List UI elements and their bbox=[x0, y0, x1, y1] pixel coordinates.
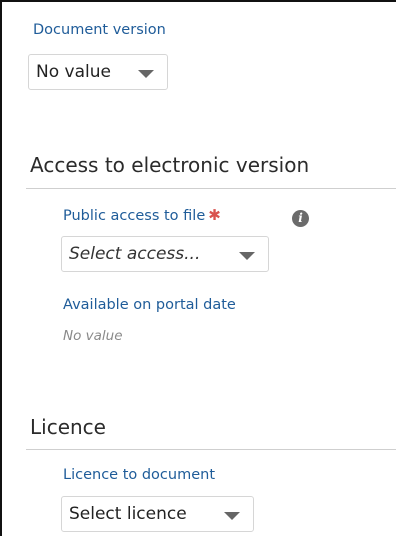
public-access-label-text: Public access to file bbox=[63, 208, 206, 224]
public-access-label: Public access to file ✱ bbox=[63, 206, 221, 224]
licence-select[interactable]: Select licence bbox=[61, 496, 254, 532]
required-asterisk-icon: ✱ bbox=[208, 206, 221, 224]
document-version-label: Document version bbox=[33, 22, 166, 38]
portal-date-value: No value bbox=[63, 328, 123, 344]
access-section-divider bbox=[26, 188, 396, 189]
licence-to-document-label: Licence to document bbox=[63, 467, 216, 483]
portal-date-label: Available on portal date bbox=[63, 297, 236, 313]
chevron-down-icon bbox=[224, 512, 240, 520]
public-access-placeholder: Select access... bbox=[69, 244, 201, 264]
document-version-select[interactable]: No value bbox=[28, 54, 168, 90]
public-access-select[interactable]: Select access... bbox=[61, 236, 269, 272]
licence-section-title: Licence bbox=[30, 415, 106, 439]
chevron-down-icon bbox=[138, 70, 154, 78]
info-icon[interactable]: i bbox=[292, 210, 309, 227]
chevron-down-icon bbox=[239, 252, 255, 260]
access-section-title: Access to electronic version bbox=[30, 153, 310, 177]
document-version-value: No value bbox=[36, 62, 111, 82]
licence-section-divider bbox=[26, 449, 396, 450]
licence-select-value: Select licence bbox=[69, 504, 187, 524]
form-panel: Document version No value Access to elec… bbox=[0, 0, 396, 536]
